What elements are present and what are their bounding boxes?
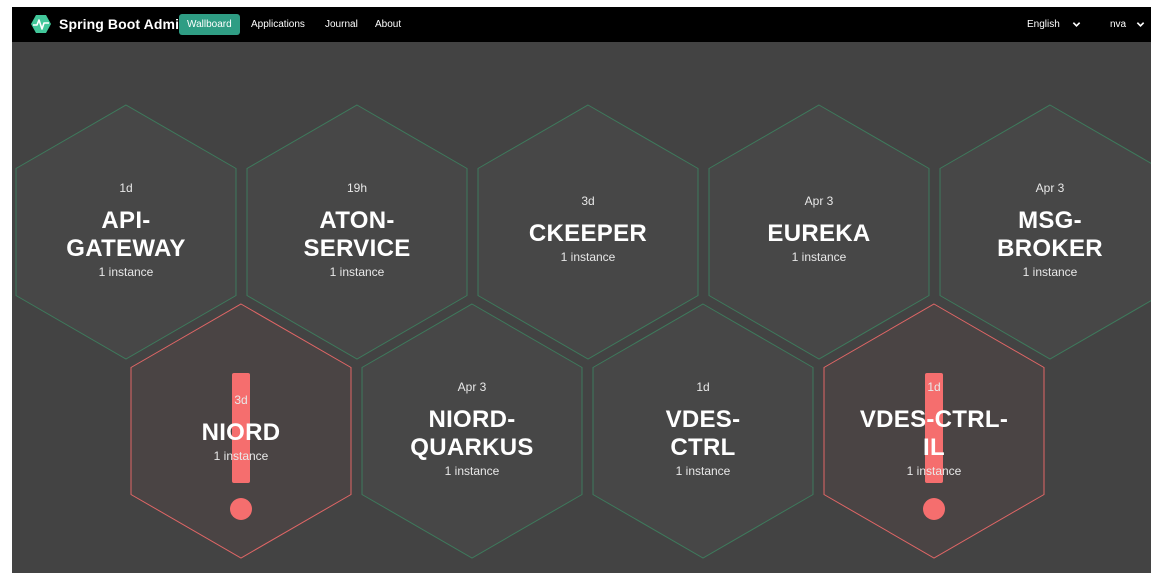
application-instance-count: 1 instance xyxy=(906,464,962,478)
user-label: nva xyxy=(1110,19,1127,30)
application-name-line: SERVICE xyxy=(303,235,411,262)
application-uptime: 19h xyxy=(346,181,368,195)
application-hex[interactable]: 1d VDES- CTRL 1 instance xyxy=(592,303,814,559)
application-instance-count: 1 instance xyxy=(1022,265,1078,279)
application-name-line: ATON- xyxy=(319,207,395,234)
application-name: EUREKA xyxy=(709,220,929,248)
application-uptime: 1d xyxy=(927,380,941,394)
spring-boot-admin-logo-icon xyxy=(31,15,51,33)
application-uptime: Apr 3 xyxy=(457,380,487,394)
application-name-line: NIORD xyxy=(201,419,281,446)
application-instance-count: 1 instance xyxy=(675,464,731,478)
application-instance-count: 1 instance xyxy=(213,449,269,463)
application-name: MSG- BROKER xyxy=(940,207,1151,263)
brand[interactable]: Spring Boot Admin xyxy=(31,13,188,35)
application-name-line: IL xyxy=(923,434,945,461)
chevron-down-icon xyxy=(1072,22,1081,27)
application-name-line: EUREKA xyxy=(767,220,871,247)
application-instance-count: 1 instance xyxy=(560,250,616,264)
application-uptime: Apr 3 xyxy=(1035,181,1065,195)
application-uptime: 3d xyxy=(234,393,248,407)
application-name: API- GATEWAY xyxy=(16,207,236,263)
nav-journal[interactable]: Journal xyxy=(317,14,366,35)
nav-wallboard[interactable]: Wallboard xyxy=(179,14,240,35)
application-name-line: CKEEPER xyxy=(528,220,648,247)
application-uptime: 3d xyxy=(581,194,595,208)
application-name-line: QUARKUS xyxy=(410,434,534,461)
application-name-line: NIORD- xyxy=(428,406,516,433)
application-hex[interactable]: Apr 3 NIORD- QUARKUS 1 instance xyxy=(361,303,583,559)
application-name-line: MSG- xyxy=(1018,207,1082,234)
down-indicator-dot xyxy=(230,498,252,520)
application-uptime: 1d xyxy=(119,181,133,195)
down-indicator-dot xyxy=(923,498,945,520)
language-label: English xyxy=(1027,19,1060,30)
application-name-line: CTRL xyxy=(670,434,736,461)
application-name: NIORD- QUARKUS xyxy=(362,406,582,462)
application-name-line: VDES-CTRL- xyxy=(859,406,1009,433)
nav-applications[interactable]: Applications xyxy=(243,14,313,35)
application-instance-count: 1 instance xyxy=(791,250,847,264)
application-instance-count: 1 instance xyxy=(444,464,500,478)
app-window: Spring Boot Admin Wallboard Applications… xyxy=(12,7,1151,573)
chevron-down-icon xyxy=(1136,22,1145,27)
application-hex[interactable]: 1d VDES-CTRL- IL 1 instance xyxy=(823,303,1045,559)
application-instance-count: 1 instance xyxy=(98,265,154,279)
application-uptime: 1d xyxy=(696,380,710,394)
brand-title: Spring Boot Admin xyxy=(59,16,188,32)
application-name: VDES- CTRL xyxy=(593,406,813,462)
navbar: Spring Boot Admin Wallboard Applications… xyxy=(12,7,1151,42)
application-name: CKEEPER xyxy=(478,220,698,248)
application-name-line: API- xyxy=(101,207,151,234)
application-instance-count: 1 instance xyxy=(329,265,385,279)
application-name-line: GATEWAY xyxy=(66,235,186,262)
application-name: VDES-CTRL- IL xyxy=(824,406,1044,462)
application-name: ATON- SERVICE xyxy=(247,207,467,263)
application-name-line: BROKER xyxy=(997,235,1103,262)
application-hex[interactable]: 3d NIORD 1 instance xyxy=(130,303,352,559)
application-uptime: Apr 3 xyxy=(804,194,834,208)
application-name-line: VDES- xyxy=(665,406,741,433)
user-dropdown[interactable]: nva xyxy=(1110,14,1145,35)
language-dropdown[interactable]: English xyxy=(1027,14,1081,35)
application-name: NIORD xyxy=(131,419,351,447)
nav-about[interactable]: About xyxy=(367,14,409,35)
